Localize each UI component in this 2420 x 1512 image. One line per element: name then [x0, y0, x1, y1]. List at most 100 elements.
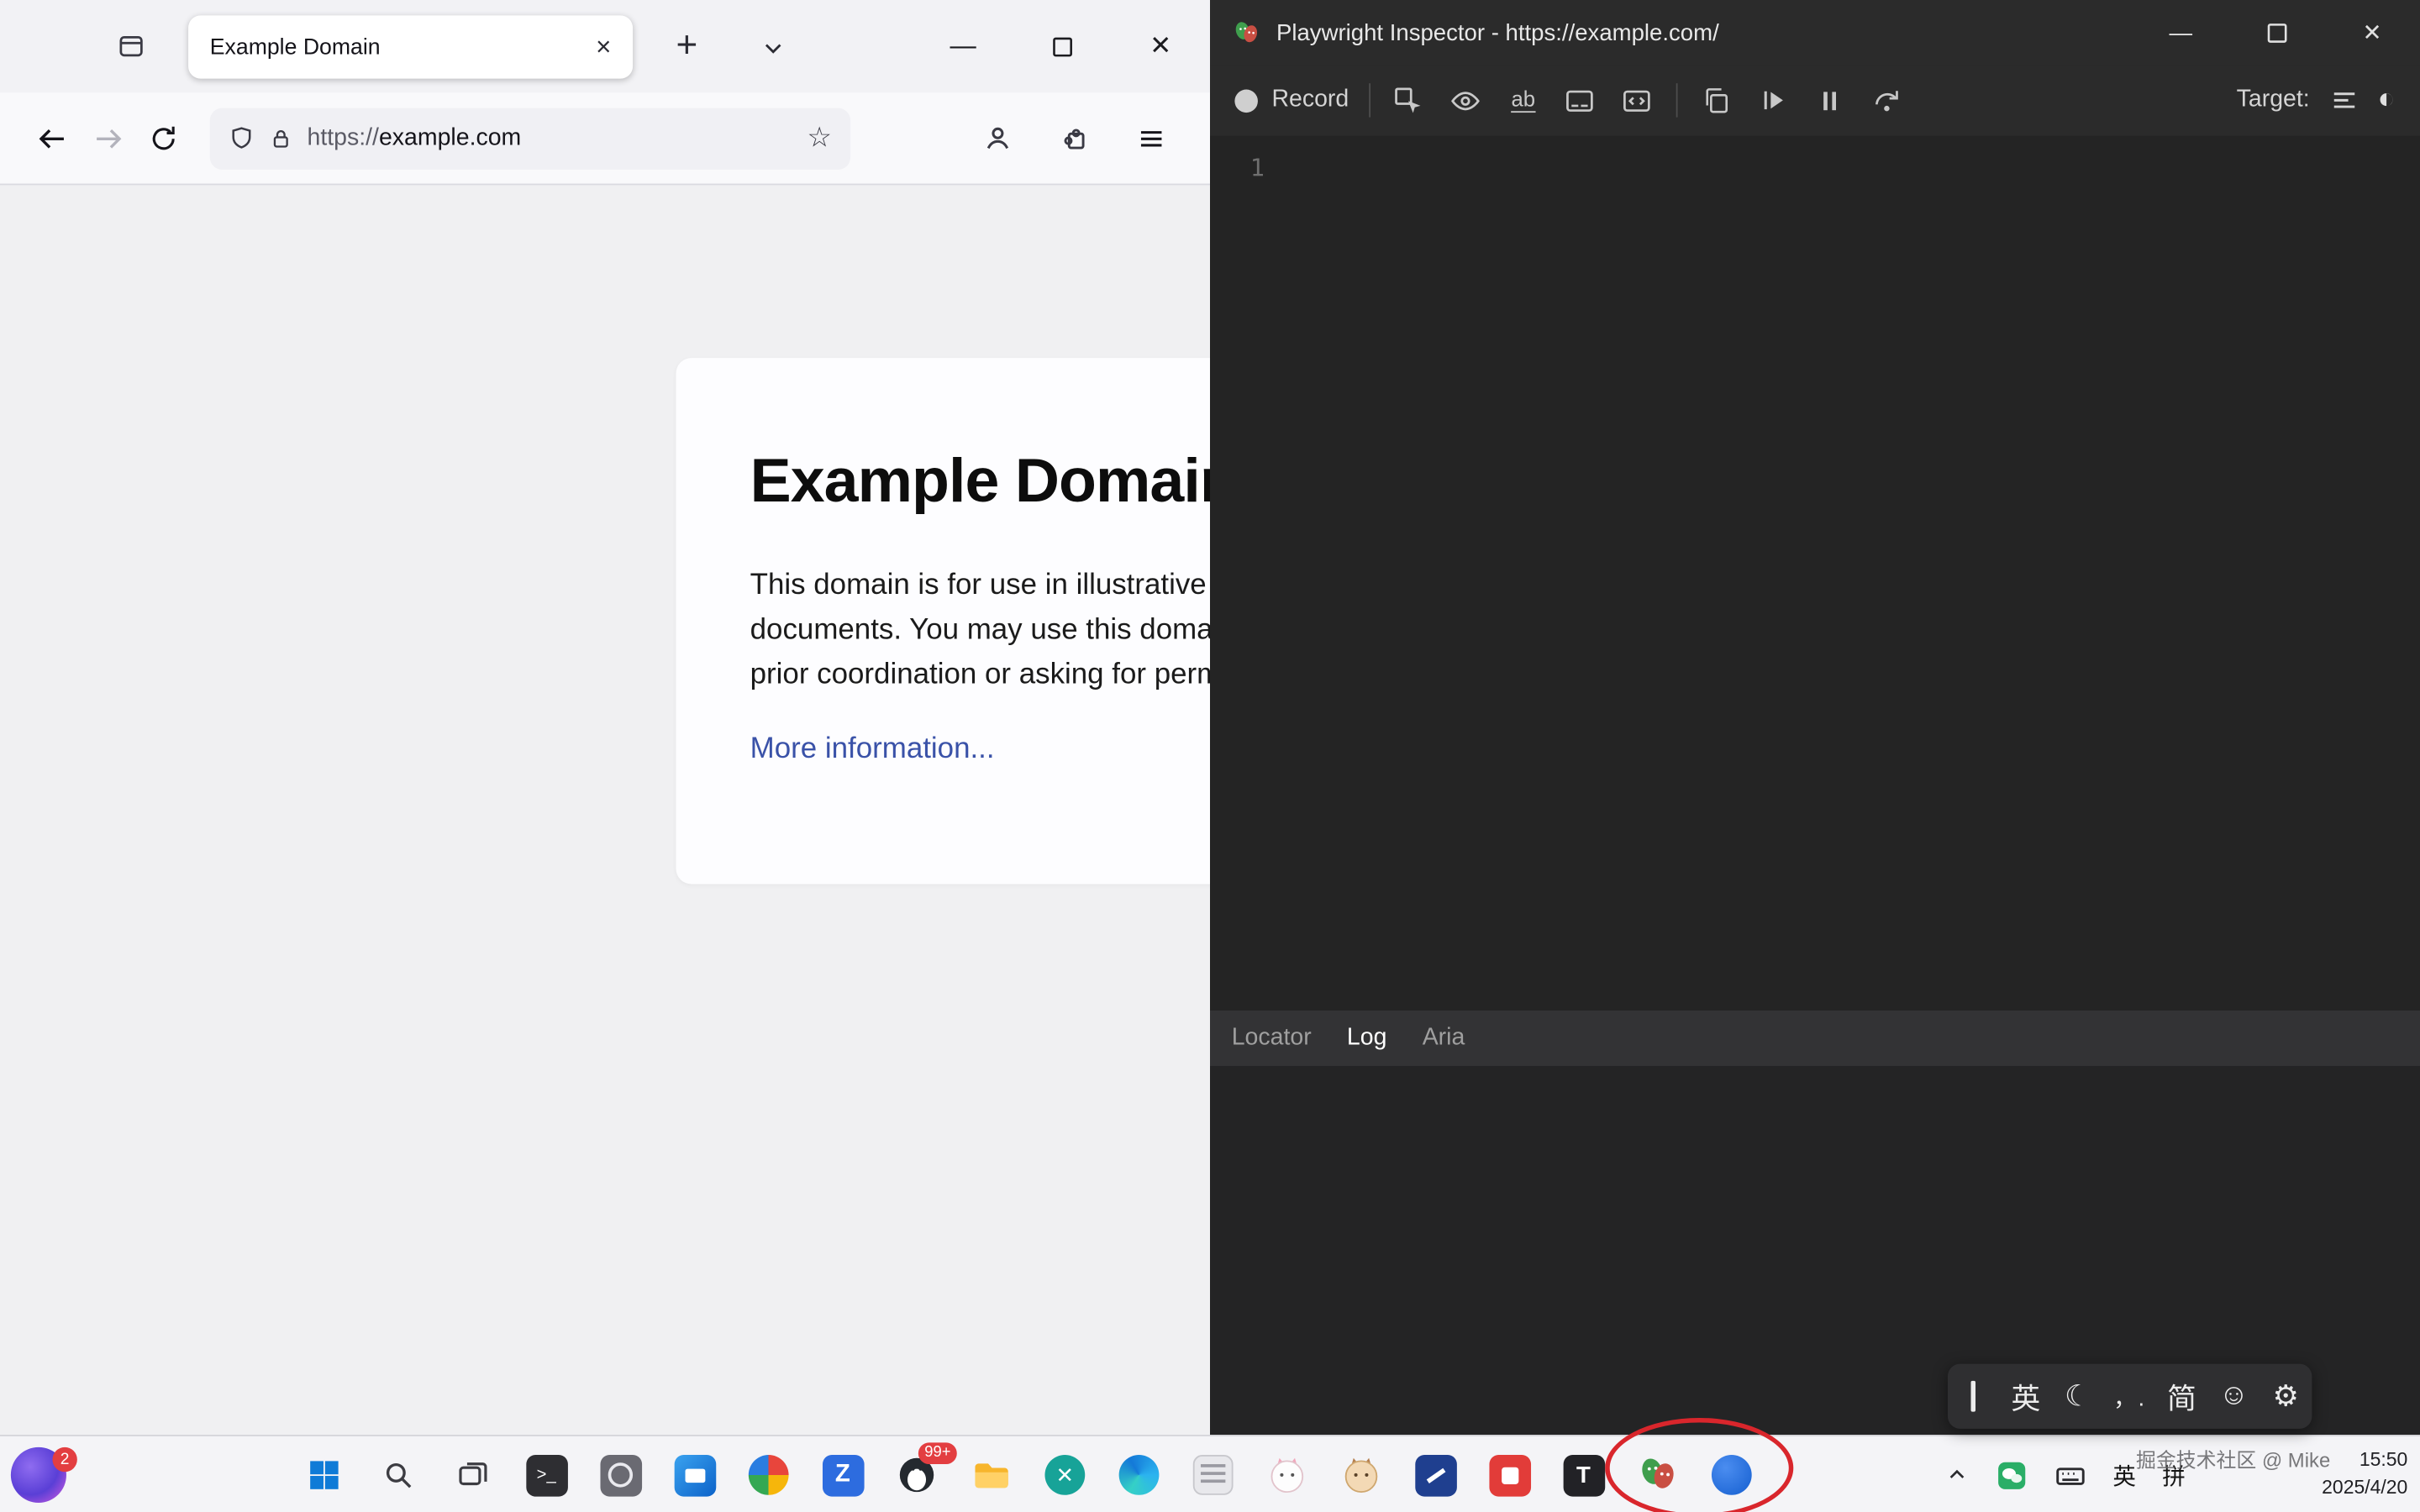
browser-tab[interactable]: Example Domain ×	[188, 15, 633, 78]
task-view-icon[interactable]	[441, 1444, 502, 1505]
z-app-icon[interactable]: Z	[812, 1444, 873, 1505]
forward-icon[interactable]	[81, 110, 136, 165]
firefox-minimize-button[interactable]: —	[913, 0, 1013, 92]
account-icon[interactable]	[969, 110, 1024, 165]
tab-locator[interactable]: Locator	[1232, 1025, 1312, 1053]
reload-icon[interactable]	[136, 110, 192, 165]
playwright-titlebar: Playwright Inspector - https://example.c…	[1210, 0, 2420, 65]
record-dot-icon	[1234, 89, 1258, 113]
chat-unread-badge: 99+	[918, 1442, 957, 1464]
tray-date: 2025/4/20	[2207, 1474, 2408, 1501]
url-text: https://example.com	[308, 124, 793, 152]
blue-circle-browser-icon[interactable]	[1701, 1444, 1762, 1505]
url-protocol: https://	[308, 124, 379, 150]
terminal-app-icon[interactable]: >_	[515, 1444, 576, 1505]
ime-toolbar: 英 ☾ ，. 简 ☺ ⚙	[1948, 1364, 2312, 1429]
firefox-tab-strip: Example Domain × + — ✕	[0, 0, 1210, 92]
url-host: example.com	[379, 124, 521, 150]
firefox-view-icon[interactable]	[105, 22, 157, 71]
extensions-puzzle-icon[interactable]	[1046, 110, 1102, 165]
photos-pinwheel-icon[interactable]	[738, 1444, 799, 1505]
record-label: Record	[1271, 87, 1349, 114]
pick-locator-icon[interactable]	[1391, 81, 1428, 118]
firefox-maximize-button[interactable]	[1013, 0, 1112, 92]
t-app-icon[interactable]: T	[1553, 1444, 1614, 1505]
visibility-eye-icon[interactable]	[1448, 81, 1485, 118]
record-button[interactable]: Record	[1234, 87, 1349, 114]
new-tab-button[interactable]: +	[660, 20, 713, 72]
tab-list-chevron-icon[interactable]	[747, 26, 799, 69]
ime-punctuation-toggle[interactable]: ，.	[2112, 1380, 2146, 1413]
copy-icon[interactable]	[1697, 81, 1734, 118]
tab-close-icon[interactable]: ×	[583, 32, 611, 63]
shield-icon[interactable]	[229, 125, 255, 151]
tab-aria[interactable]: Aria	[1423, 1025, 1465, 1053]
windows-taskbar: 2 >_	[0, 1435, 2420, 1512]
firefox-navbar: https://example.com ☆	[0, 92, 1210, 185]
url-bar[interactable]: https://example.com ☆	[210, 108, 850, 169]
inspector-close-button[interactable]: ✕	[2324, 0, 2420, 65]
page-body-text: This domain is for use in illustrative e…	[750, 563, 1210, 697]
ime-halfwidth-moon-icon[interactable]: ☾	[2060, 1378, 2094, 1414]
firefox-window: Example Domain × + — ✕	[0, 0, 1210, 1435]
wechat-tray-icon[interactable]	[1996, 1459, 2028, 1492]
touch-keyboard-icon[interactable]	[2054, 1459, 2087, 1492]
webpage-content: Example Domain This domain is for use in…	[0, 186, 1210, 1435]
red-app-icon[interactable]	[1479, 1444, 1540, 1505]
watermark-text: 掘金技术社区 @ Mike	[2136, 1444, 2330, 1473]
pause-icon[interactable]	[1812, 81, 1849, 118]
playwright-inspector-window: Playwright Inspector - https://example.c…	[1210, 0, 2420, 1512]
desktop: Example Domain × + — ✕	[0, 0, 2420, 1512]
lock-icon[interactable]	[269, 126, 293, 150]
assert-value-code-icon[interactable]	[1619, 81, 1656, 118]
toolbar-separator	[1369, 83, 1370, 117]
playwright-taskbar-icon[interactable]	[1627, 1444, 1688, 1505]
inspector-minimize-button[interactable]: —	[2133, 0, 2228, 65]
menu-hamburger-icon[interactable]	[1123, 110, 1179, 165]
window-title: Playwright Inspector - https://example.c…	[1276, 19, 1719, 45]
avatar-notification-badge: 2	[52, 1447, 76, 1472]
theme-toggle-icon[interactable]: ◐	[2378, 83, 2396, 117]
ime-simplified-toggle[interactable]: 简	[2165, 1375, 2198, 1417]
code-editor[interactable]: 1	[1210, 136, 2420, 1011]
inspector-bottom-tabs: Locator Log Aria	[1210, 1011, 2420, 1066]
assert-text-icon[interactable]: ab	[1505, 81, 1542, 118]
bookmark-star-icon[interactable]: ☆	[807, 122, 832, 155]
ime-settings-gear-icon[interactable]: ⚙	[2269, 1378, 2302, 1414]
ime-cursor-icon[interactable]	[1957, 1381, 1991, 1412]
store-app-icon[interactable]	[664, 1444, 725, 1505]
example-domain-card: Example Domain This domain is for use in…	[676, 358, 1210, 884]
chat-app-icon[interactable]: 99+	[886, 1444, 947, 1505]
teal-x-app-icon[interactable]: ✕	[1034, 1444, 1096, 1505]
tan-cat-app-icon[interactable]	[1330, 1444, 1392, 1505]
snipping-tool-icon[interactable]	[590, 1444, 651, 1505]
toolbar-separator	[1676, 83, 1678, 117]
resume-icon[interactable]	[1754, 81, 1791, 118]
user-avatar[interactable]: 2	[11, 1447, 66, 1503]
target-label: Target:	[2237, 87, 2310, 114]
search-icon[interactable]	[367, 1444, 429, 1505]
tab-title: Example Domain	[210, 34, 584, 59]
tray-language-en[interactable]: 英	[2112, 1459, 2136, 1492]
page-title: Example Domain	[750, 448, 1210, 517]
ime-language-toggle[interactable]: 英	[2009, 1375, 2043, 1417]
step-over-icon[interactable]	[1869, 81, 1906, 118]
ime-emoji-icon[interactable]: ☺	[2217, 1379, 2250, 1413]
tab-log[interactable]: Log	[1347, 1025, 1387, 1053]
firefox-close-button[interactable]: ✕	[1111, 0, 1210, 92]
line-number: 1	[1250, 155, 1265, 182]
tray-chevron-up-icon[interactable]	[1944, 1462, 1969, 1487]
playwright-toolbar: Record ab	[1210, 65, 2420, 135]
inspector-maximize-button[interactable]	[2228, 0, 2324, 65]
dark-blue-app-icon[interactable]	[1404, 1444, 1465, 1505]
notes-app-icon[interactable]	[1182, 1444, 1244, 1505]
more-information-link[interactable]: More information...	[750, 732, 995, 766]
assert-snapshot-icon[interactable]	[1562, 81, 1599, 118]
target-dropdown-icon[interactable]	[2325, 81, 2362, 118]
file-explorer-icon[interactable]	[960, 1444, 1021, 1505]
white-cat-app-icon[interactable]	[1256, 1444, 1318, 1505]
start-button-icon[interactable]	[293, 1444, 355, 1505]
back-icon[interactable]	[24, 110, 80, 165]
edge-browser-icon[interactable]	[1108, 1444, 1170, 1505]
playwright-masks-icon	[1232, 18, 1261, 47]
